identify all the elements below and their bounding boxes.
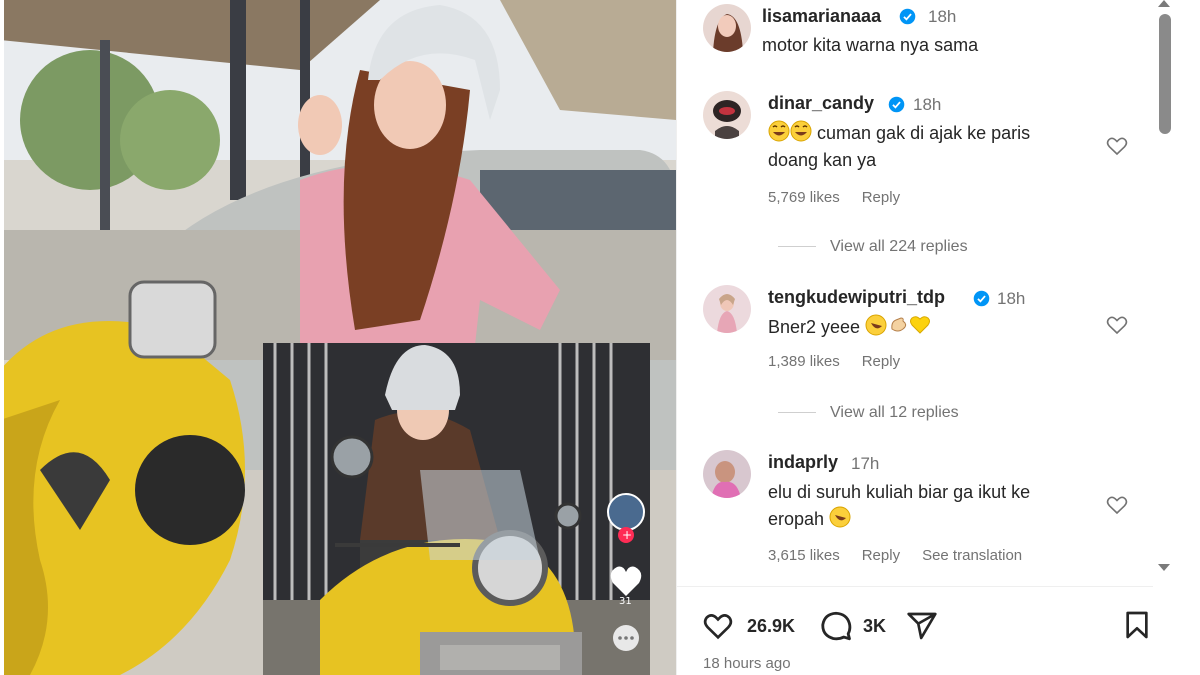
bookmark-icon[interactable] [1121, 608, 1153, 642]
comment-time: 17h [851, 454, 880, 473]
scroll-up-arrow-icon[interactable] [1158, 0, 1170, 7]
post-photo: + [0, 0, 676, 675]
comment-text: eropah [768, 506, 851, 536]
author-avatar[interactable] [703, 4, 751, 52]
comment-text-line: Bner2 yeee [768, 317, 861, 337]
comment-like-heart-icon[interactable] [1105, 493, 1129, 517]
comment-username[interactable]: dinar_candy [768, 93, 874, 114]
actions-divider [677, 586, 1153, 587]
comment-avatar-indaprly[interactable] [703, 450, 751, 498]
comment-like-count[interactable]: 3,615 likes [768, 547, 840, 564]
view-replies-label: View all 12 replies [830, 404, 959, 421]
view-replies-button[interactable]: View all 224 replies [778, 238, 968, 256]
comments-panel: lisamarianaaa 18h motor kita warna nya s… [676, 0, 1200, 675]
verified-badge-icon [973, 290, 990, 307]
comment-like-count[interactable]: 5,769 likes [768, 189, 840, 206]
post-caption: motor kita warna nya sama [762, 35, 979, 55]
comment-like-heart-icon[interactable] [1105, 134, 1129, 158]
see-translation-button[interactable]: See translation [922, 547, 1022, 564]
replies-divider-line [778, 412, 816, 414]
rofl-emoji-icon [865, 314, 887, 344]
yellow-heart-emoji-icon [909, 314, 931, 344]
post-media[interactable]: + 31 [0, 0, 676, 675]
comment-time: 18h [913, 95, 942, 114]
comment-text-line: elu di suruh kuliah biar ga ikut ke [768, 482, 1031, 502]
scroll-down-arrow-icon[interactable] [1158, 564, 1170, 571]
rofl-emoji-icon [829, 506, 851, 536]
verified-badge-icon [888, 96, 905, 113]
comment-time: 18h [997, 289, 1026, 308]
comment-count[interactable]: 3K [863, 616, 886, 637]
tears-of-joy-emoji-icon [790, 120, 812, 150]
pinched-hand-emoji-icon [887, 314, 909, 344]
comment-username[interactable]: indaprly [768, 452, 838, 473]
inset-like-count: 31 [619, 596, 632, 607]
posted-time: 18 hours ago [703, 655, 791, 672]
comment-text: cuman gak di ajak ke paris [768, 120, 1030, 150]
comment-meta: 3,615 likes Reply See translation [768, 547, 1044, 564]
comment-avatar-dinar-candy[interactable] [703, 91, 751, 139]
scrollbar-thumb[interactable] [1159, 14, 1171, 134]
verified-badge-icon [899, 8, 916, 25]
media-left-edge [0, 0, 4, 675]
post-time: 18h [928, 7, 957, 26]
comment-text: Bner2 yeee [768, 314, 931, 344]
svg-text:+: + [622, 528, 632, 542]
comment-like-heart-icon[interactable] [1105, 313, 1129, 337]
heart-icon[interactable] [701, 610, 735, 642]
reply-button[interactable]: Reply [862, 353, 900, 370]
share-icon[interactable] [905, 610, 939, 642]
author-username[interactable]: lisamarianaaa [762, 6, 881, 27]
comment-text-line-2: eropah [768, 509, 825, 529]
comment-meta: 1,389 likes Reply [768, 353, 922, 370]
comment-like-count[interactable]: 1,389 likes [768, 353, 840, 370]
comment-text-line: cuman gak di ajak ke paris [817, 123, 1031, 143]
comment-text-line-2: doang kan ya [768, 150, 877, 170]
comment-icon[interactable] [819, 609, 853, 643]
tears-of-joy-emoji-icon [768, 120, 790, 150]
reply-button[interactable]: Reply [862, 189, 900, 206]
comment-meta: 5,769 likes Reply [768, 189, 922, 206]
like-count[interactable]: 26.9K [747, 616, 795, 637]
reply-button[interactable]: Reply [862, 547, 900, 564]
view-replies-label: View all 224 replies [830, 238, 968, 255]
view-replies-button[interactable]: View all 12 replies [778, 404, 959, 422]
comment-avatar-tengkudewiputri[interactable] [703, 285, 751, 333]
comment-username[interactable]: tengkudewiputri_tdp [768, 287, 945, 308]
replies-divider-line [778, 246, 816, 248]
